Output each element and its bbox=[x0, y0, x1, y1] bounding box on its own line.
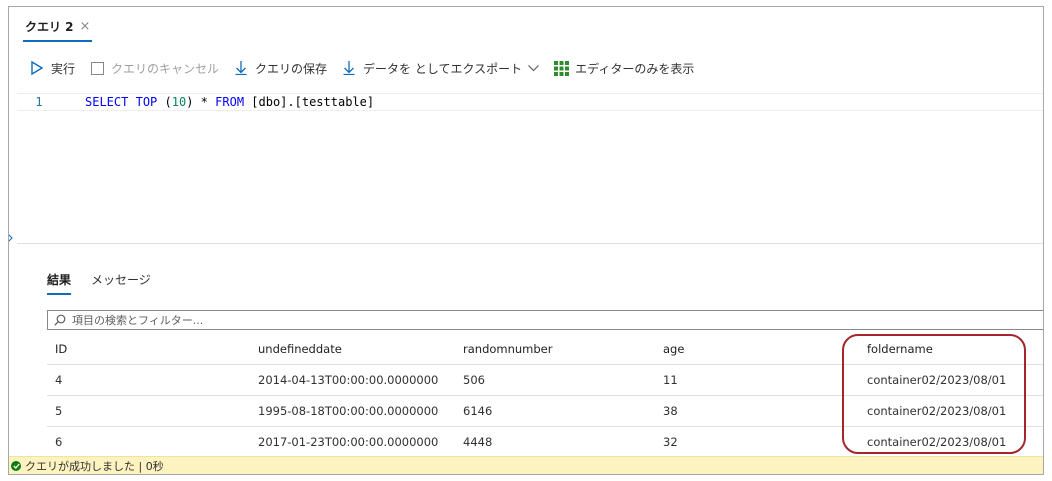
editor-only-label: エディターのみを表示 bbox=[575, 61, 695, 76]
paren-close: ) bbox=[186, 95, 194, 109]
results-grid: ID undefineddate randomnumber age folder… bbox=[47, 334, 1043, 458]
tab-messages[interactable]: メッセージ bbox=[91, 271, 151, 295]
save-query-button[interactable]: クエリの保存 bbox=[233, 60, 327, 77]
status-bar: クエリが成功しました | 0秒 bbox=[9, 456, 1043, 474]
line-number: 1 bbox=[35, 95, 43, 109]
download-icon bbox=[233, 60, 249, 76]
grid-icon bbox=[553, 60, 569, 76]
cell-foldername: container02/2023/08/01 bbox=[867, 404, 1007, 418]
cell-randomnumber: 4448 bbox=[463, 435, 493, 449]
cell-age: 11 bbox=[663, 373, 678, 387]
tab-results[interactable]: 結果 bbox=[47, 271, 72, 295]
cancel-query-label: クエリのキャンセル bbox=[111, 61, 220, 76]
run-label: 実行 bbox=[51, 61, 76, 76]
column-header-foldername[interactable]: foldername bbox=[867, 334, 933, 364]
table-row[interactable]: 6 2017-01-23T00:00:00.0000000 4448 32 co… bbox=[47, 427, 1043, 458]
chevron-down-icon[interactable] bbox=[528, 64, 540, 72]
cell-undefineddate: 1995-08-18T00:00:00.0000000 bbox=[258, 404, 439, 418]
cell-randomnumber: 506 bbox=[463, 373, 485, 387]
table-row[interactable]: 5 1995-08-18T00:00:00.0000000 6146 38 co… bbox=[47, 396, 1043, 427]
cell-undefineddate: 2017-01-23T00:00:00.0000000 bbox=[258, 435, 439, 449]
paren-open: ( bbox=[164, 95, 172, 109]
filter-box bbox=[47, 310, 1043, 330]
column-header-undefineddate[interactable]: undefineddate bbox=[258, 334, 342, 364]
cell-id: 4 bbox=[55, 373, 63, 387]
query-editor-window: クエリ 2 × 実行 クエリのキャンセル クエリの保存 データを としてエクスポ… bbox=[8, 6, 1044, 475]
table-name: [dbo].[testtable] bbox=[251, 95, 375, 109]
column-header-age[interactable]: age bbox=[663, 334, 684, 364]
column-header-randomnumber[interactable]: randomnumber bbox=[463, 334, 552, 364]
keyword-select: SELECT bbox=[85, 95, 129, 109]
run-button[interactable]: 実行 bbox=[29, 60, 75, 77]
save-query-label: クエリの保存 bbox=[255, 61, 328, 76]
search-icon bbox=[52, 312, 68, 328]
code-text[interactable]: SELECT TOP (10) * FROM [dbo].[testtable] bbox=[61, 95, 374, 109]
play-icon bbox=[29, 60, 45, 76]
table-header-row: ID undefineddate randomnumber age folder… bbox=[47, 334, 1043, 365]
code-line[interactable]: 1 SELECT TOP (10) * FROM [dbo].[testtabl… bbox=[17, 93, 1043, 111]
cell-undefineddate: 2014-04-13T00:00:00.0000000 bbox=[258, 373, 439, 387]
cancel-query-button[interactable]: クエリのキャンセル bbox=[89, 60, 219, 77]
asterisk: * bbox=[200, 95, 208, 109]
download-icon bbox=[341, 60, 357, 76]
cell-foldername: container02/2023/08/01 bbox=[867, 435, 1007, 449]
keyword-top: TOP bbox=[135, 95, 158, 109]
export-data-label: データを としてエクスポート bbox=[363, 61, 523, 76]
stop-icon bbox=[89, 60, 105, 76]
cell-id: 6 bbox=[55, 435, 63, 449]
editor-only-button[interactable]: エディターのみを表示 bbox=[553, 60, 694, 77]
tab-query-2[interactable]: クエリ 2 × bbox=[23, 12, 93, 42]
table-row[interactable]: 4 2014-04-13T00:00:00.0000000 506 11 con… bbox=[47, 365, 1043, 396]
close-icon[interactable]: × bbox=[80, 19, 91, 34]
chevron-right-icon[interactable] bbox=[9, 233, 15, 243]
sql-editor[interactable]: 1 SELECT TOP (10) * FROM [dbo].[testtabl… bbox=[17, 93, 1043, 244]
cell-age: 38 bbox=[663, 404, 678, 418]
filter-input[interactable] bbox=[72, 313, 672, 327]
success-check-icon bbox=[11, 460, 21, 471]
export-data-button[interactable]: データを としてエクスポート bbox=[341, 60, 540, 77]
cell-id: 5 bbox=[55, 404, 63, 418]
cell-foldername: container02/2023/08/01 bbox=[867, 373, 1007, 387]
cell-age: 32 bbox=[663, 435, 678, 449]
toolbar: 実行 クエリのキャンセル クエリの保存 データを としてエクスポート エディター… bbox=[29, 57, 694, 79]
status-message: クエリが成功しました | 0秒 bbox=[25, 459, 164, 473]
results-tabs: 結果 メッセージ bbox=[47, 271, 151, 295]
tab-title: クエリ 2 bbox=[25, 19, 74, 34]
cell-randomnumber: 6146 bbox=[463, 404, 493, 418]
column-header-id[interactable]: ID bbox=[55, 334, 67, 364]
keyword-from: FROM bbox=[215, 95, 245, 109]
number-literal: 10 bbox=[171, 95, 187, 109]
